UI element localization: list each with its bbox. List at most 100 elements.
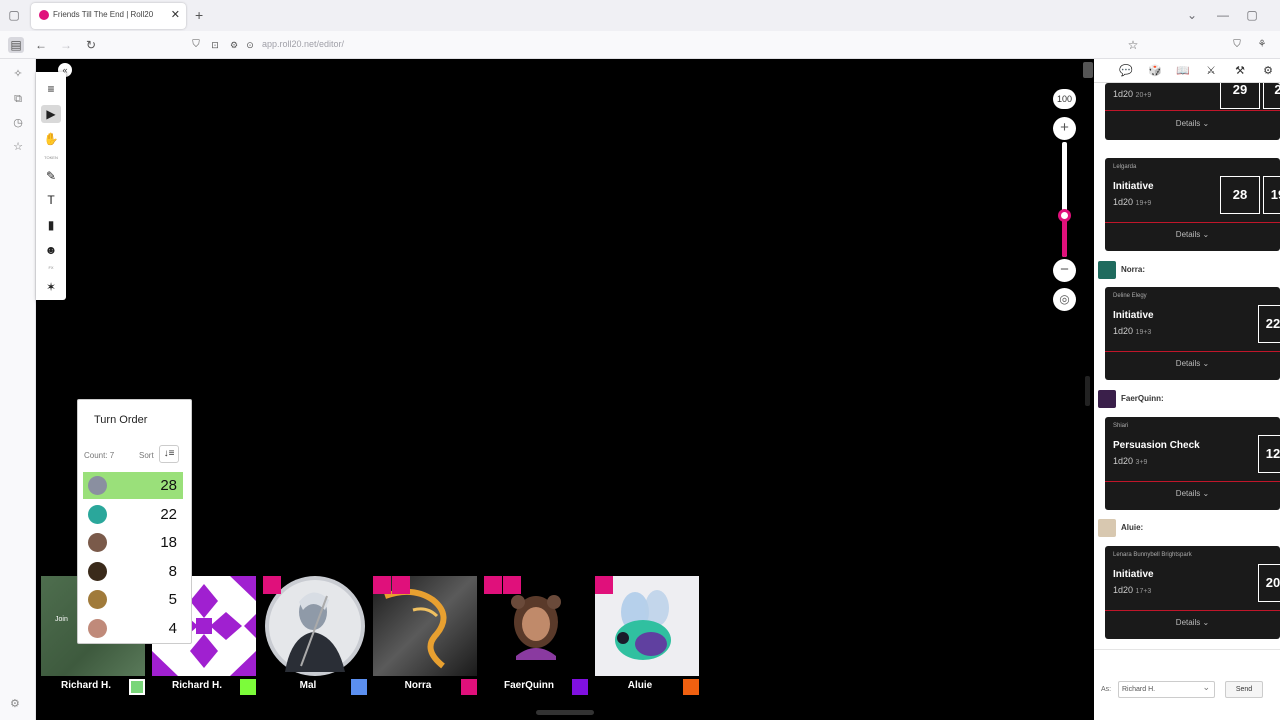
roll-name: Persuasion Check — [1113, 440, 1200, 451]
tab-settings-icon[interactable]: ⚙ — [1260, 63, 1276, 79]
bookmark-star-icon[interactable]: ☆ — [1125, 37, 1141, 53]
tracking-shield-icon[interactable]: ⛉ — [188, 37, 204, 53]
extensions-icon[interactable]: ⚘ — [1254, 37, 1270, 53]
url-field[interactable]: app.roll20.net/editor/ — [262, 39, 344, 49]
horizontal-scrollbar[interactable] — [536, 710, 594, 715]
sidebar-toggle-handle[interactable] — [1083, 62, 1093, 78]
zoom-fit-button[interactable]: ◎ — [1053, 288, 1076, 311]
new-tab-button[interactable]: + — [195, 7, 203, 23]
text-tool-icon[interactable]: T — [41, 191, 61, 209]
permissions-icon[interactable]: ⚙ — [226, 37, 242, 53]
player-slot-6[interactable]: Aluie — [595, 576, 699, 696]
player-status-tag — [503, 576, 521, 594]
token-avatar — [88, 561, 107, 581]
back-icon[interactable]: ← — [33, 37, 49, 53]
browser-tab[interactable]: Friends Till The End | Roll20 ✕ — [31, 3, 186, 29]
roll-character: Lelgarda — [1113, 164, 1137, 170]
player-color-swatch[interactable] — [240, 679, 256, 695]
fog-tool-icon[interactable]: ▮ — [41, 216, 61, 234]
turn-order-row[interactable]: 5 — [83, 586, 183, 613]
player-color-swatch[interactable] — [351, 679, 367, 695]
turn-order-row[interactable]: 22 — [83, 501, 183, 528]
formula-text: 1d20 — [1113, 456, 1134, 466]
tab-dice-icon[interactable]: 🎲 — [1147, 63, 1163, 79]
roll-result-secondary: 2 — [1263, 83, 1280, 109]
synced-tabs-icon[interactable]: ⧉ — [10, 91, 26, 107]
roll-character: Lenara Bunnybell Brightspark — [1113, 552, 1192, 558]
token-layer-caption: TOKEN — [44, 155, 58, 160]
reload-icon[interactable]: ↻ — [83, 37, 99, 53]
details-toggle[interactable]: Details ⌄ — [1105, 618, 1280, 627]
customize-sidebar-gear-icon[interactable]: ⚙ — [10, 697, 20, 710]
card-divider — [1105, 222, 1280, 223]
tab-close-icon[interactable]: ✕ — [171, 8, 180, 21]
pan-tool-icon[interactable]: ✋ — [41, 130, 61, 148]
token-avatar — [88, 533, 107, 552]
sidebar-resize-grip[interactable] — [1085, 376, 1090, 406]
tab-chat-icon[interactable]: 💬 — [1118, 63, 1134, 79]
player-color-swatch[interactable] — [129, 679, 145, 695]
card-divider — [1105, 110, 1280, 111]
tab-journal-icon[interactable]: 📖 — [1175, 63, 1191, 79]
details-toggle[interactable]: Details ⌄ — [1105, 230, 1280, 239]
turn-order-row[interactable]: 28 — [83, 472, 183, 499]
join-label: Join — [55, 616, 68, 623]
player-slot-3[interactable]: Mal — [263, 576, 367, 696]
initiative-value: 5 — [168, 591, 177, 608]
details-toggle[interactable]: Details ⌄ — [1105, 119, 1280, 128]
player-slot-4[interactable]: Norra — [373, 576, 477, 696]
site-info-icon[interactable]: ⊙ — [242, 37, 258, 53]
tab-compendium-icon[interactable]: ⚔ — [1203, 63, 1219, 79]
draw-tool-icon[interactable]: ✎ — [41, 167, 61, 185]
player-color-swatch[interactable] — [461, 679, 477, 695]
list-all-tabs-icon[interactable]: ⌄ — [1184, 7, 1200, 23]
token-mask-icon[interactable]: ☻ — [41, 241, 61, 259]
history-icon[interactable]: ◷ — [10, 115, 26, 131]
turn-order-row[interactable]: 4 — [83, 615, 183, 642]
tools-menu-icon[interactable]: ≡ — [41, 80, 61, 98]
zoom-in-button[interactable]: + — [1053, 117, 1076, 140]
sidebar-toggle-icon[interactable]: ▤ — [8, 37, 24, 53]
lock-icon[interactable]: ⊡ — [207, 37, 223, 53]
turn-order-row[interactable]: 8 — [83, 558, 183, 585]
roll-card: 1d20 20+9 29 2 Details ⌄ — [1105, 83, 1280, 140]
roll-result-secondary: 19 — [1263, 176, 1280, 214]
details-toggle[interactable]: Details ⌄ — [1105, 359, 1280, 368]
roll-card: Lelgarda Initiative 1d20 19+9 28 19 Deta… — [1105, 158, 1280, 251]
roll-name: Initiative — [1113, 569, 1154, 580]
details-toggle[interactable]: Details ⌄ — [1105, 489, 1280, 498]
send-button[interactable]: Send — [1225, 681, 1263, 698]
select-tool-icon[interactable]: ▶ — [41, 105, 61, 123]
sort-icon[interactable]: ↓≡ — [159, 445, 179, 463]
roll-character: Shiari — [1113, 423, 1129, 429]
browser-sidebar: ✧ ⧉ ◷ ☆ — [0, 59, 36, 720]
forward-icon[interactable]: → — [58, 37, 74, 53]
zoom-out-button[interactable]: − — [1053, 259, 1076, 282]
player-status-tag — [263, 576, 281, 594]
turn-order-row[interactable]: 18 — [83, 529, 183, 556]
roll-card: Deline Elegy Initiative 1d20 19+3 22 Det… — [1105, 287, 1280, 380]
turn-order-panel[interactable]: Turn Order Count: 7 Sort ↓≡ 28 22 18 8 5 4 — [77, 399, 192, 644]
token-avatar — [88, 504, 107, 524]
maximize-icon[interactable]: ▢ — [1244, 7, 1260, 23]
zoom-slider-handle[interactable] — [1058, 209, 1071, 222]
turn-order-title: Turn Order — [94, 414, 148, 426]
formula-text: 1d20 — [1113, 197, 1134, 207]
ai-chatbot-icon[interactable]: ✧ — [10, 66, 26, 82]
as-label: As: — [1101, 686, 1112, 693]
magic-wand-icon[interactable]: ✶ — [41, 278, 61, 296]
speaking-as-select[interactable]: Richard H. — [1118, 680, 1215, 698]
bookmarks-icon[interactable]: ☆ — [10, 139, 26, 155]
card-divider — [1105, 610, 1280, 611]
minimize-icon[interactable]: — — [1215, 7, 1231, 23]
zoom-slider-track[interactable] — [1062, 142, 1067, 257]
initiative-value: 4 — [168, 619, 177, 637]
tab-macros-icon[interactable]: ⚒ — [1232, 63, 1248, 79]
player-color-swatch[interactable] — [572, 679, 588, 695]
pocket-icon[interactable]: ⛉ — [1229, 37, 1245, 53]
player-color-swatch[interactable] — [683, 679, 699, 695]
player-slot-5[interactable]: FaerQuinn — [484, 576, 588, 696]
window-menu-icon[interactable]: ▢ — [6, 7, 22, 23]
zoom-level-badge[interactable]: 100 — [1053, 89, 1076, 109]
fx-caption: FX — [48, 265, 54, 270]
